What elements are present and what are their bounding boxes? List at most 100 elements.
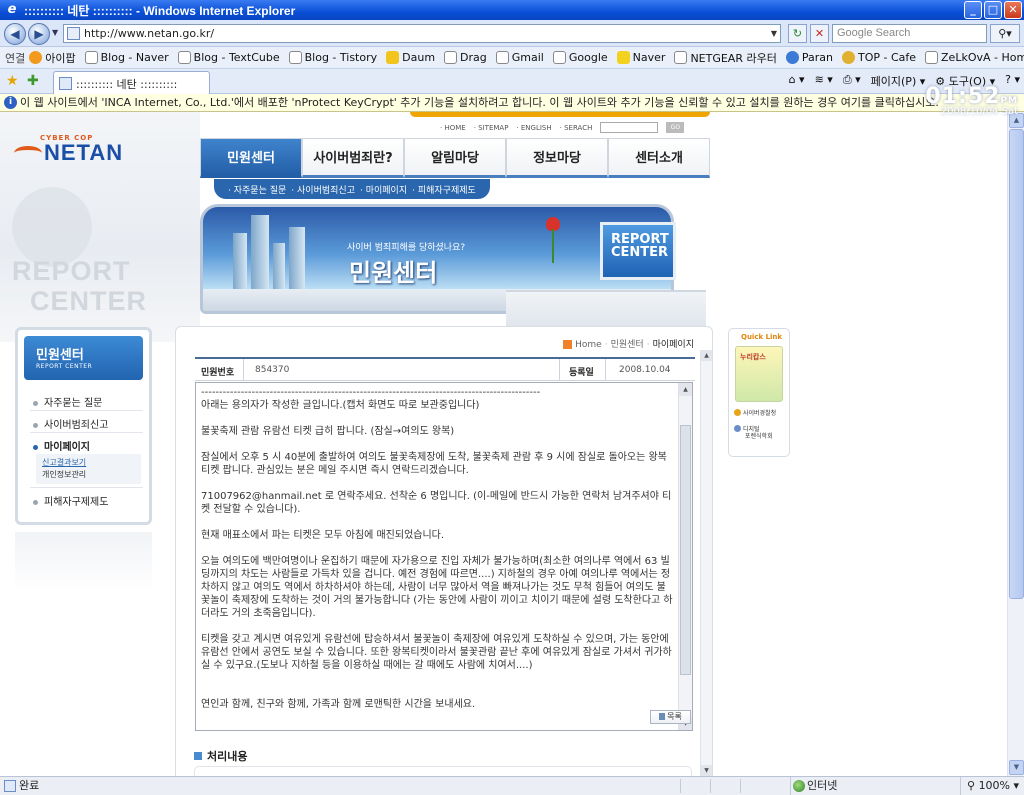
link-item[interactable]: NETGEAR 라우터 [674, 50, 777, 66]
complaint-number: 854370 [255, 365, 290, 375]
content-panel: Home · 민원센터 · 마이페이지 민원번호 854370 등록일 2008.10.… [175, 326, 713, 776]
top-link-home[interactable]: · HOME [440, 124, 466, 132]
quick-link-police[interactable]: 사이버경찰청 [734, 409, 776, 418]
link-item[interactable]: Gmail [495, 51, 544, 64]
breadcrumb-current: 마이페이지 [652, 340, 694, 350]
bullet-icon [33, 422, 38, 428]
link-item[interactable]: TOP - Cafe [841, 51, 916, 64]
main-navigation: 민원센터 사이버범죄란? 알림마당 정보마당 센터소개 [200, 138, 710, 180]
side-item-faq[interactable]: 자주묻는 질문 [33, 394, 102, 409]
link-item[interactable]: Google [552, 51, 608, 64]
nav-about[interactable]: 센터소개 [608, 138, 710, 178]
search-button[interactable]: ⚲▾ [990, 24, 1020, 43]
feeds-icon[interactable]: ≋ ▾ [815, 73, 833, 89]
textarea-scrollbar[interactable]: ▲ ▼ [678, 383, 692, 730]
scroll-up-icon[interactable]: ▲ [679, 383, 692, 396]
divider [243, 359, 244, 381]
list-button[interactable]: 목록 [650, 710, 691, 724]
side-menu-reflection [15, 532, 152, 592]
link-item[interactable]: ZeLkOvA - Home [925, 51, 1024, 64]
minimize-button[interactable]: _ [964, 1, 982, 19]
window-title: :::::::::: 네탄 :::::::::: - Windows Inter… [24, 3, 296, 18]
address-field[interactable]: http://www.netan.go.kr/ ▼ [63, 24, 781, 43]
link-item[interactable]: Daum [386, 51, 435, 64]
subnav-mypage[interactable]: 마이페이지 [360, 183, 407, 196]
favorites-star-icon[interactable]: ★ [6, 73, 19, 89]
complaint-date-label: 등록일 [569, 368, 594, 378]
side-item-relief[interactable]: 피해자구제제도 [33, 493, 108, 508]
side-sub-privacy[interactable]: 개인정보관리 [42, 469, 135, 481]
quick-link-forensic[interactable]: 포렌식학회 [745, 433, 773, 441]
link-icon [444, 51, 458, 64]
maximize-button[interactable]: □ [984, 1, 1002, 19]
add-favorite-icon[interactable]: ✚ [27, 73, 39, 89]
link-item[interactable]: 아이팝 [29, 50, 76, 66]
scroll-thumb[interactable] [680, 425, 691, 675]
side-menu-subtitle: REPORT CENTER [36, 363, 93, 370]
address-dropdown-icon[interactable]: ▼ [771, 25, 777, 42]
side-sub-result[interactable]: 신고결과보기 [42, 457, 135, 469]
building-graphic [251, 215, 269, 293]
site-search-input[interactable] [600, 122, 659, 133]
stop-button[interactable]: ✕ [810, 24, 829, 43]
subnav-victim-relief[interactable]: 피해자구제제도 [412, 183, 476, 196]
nav-cyber-crime[interactable]: 사이버범죄란? [302, 138, 404, 178]
print-icon[interactable]: ⎙ ▾ [843, 73, 861, 89]
link-item[interactable]: Blog - Tistory [288, 51, 377, 64]
history-dropdown-icon[interactable]: ▼ [52, 28, 58, 37]
site-search-go-button[interactable]: GO [666, 122, 685, 133]
nav-complaint-center[interactable]: 민원센터 [200, 138, 302, 178]
forensic-icon [734, 425, 741, 432]
quick-link-title: Quick Link [741, 333, 783, 341]
divider [30, 410, 143, 411]
search-input[interactable]: Google Search [832, 24, 987, 43]
scroll-down-icon[interactable]: ▼ [1009, 760, 1024, 775]
section-title: 처리내용 [194, 748, 247, 764]
link-item[interactable]: Drag [444, 51, 487, 64]
divider [740, 779, 741, 793]
link-item[interactable]: Paran [785, 51, 833, 64]
scroll-down-icon[interactable]: ▼ [701, 765, 712, 776]
top-link-sitemap[interactable]: · SITEMAP [474, 124, 509, 132]
security-zone[interactable]: 인터넷 [790, 777, 837, 795]
link-icon [552, 51, 566, 64]
ie-logo-icon: e [7, 2, 17, 17]
subnav-report[interactable]: 사이버범죄신고 [291, 183, 355, 196]
nuricops-banner[interactable]: 누리캅스 [735, 346, 783, 402]
nav-notice[interactable]: 알림마당 [404, 138, 506, 178]
divider [559, 359, 560, 381]
scroll-up-icon[interactable]: ▲ [701, 350, 712, 361]
back-button[interactable]: ◀ [4, 23, 26, 45]
zoom-level[interactable]: ⚲ 100% ▾ [960, 777, 1019, 795]
side-item-report[interactable]: 사이버범죄신고 [33, 416, 108, 431]
subnav-faq[interactable]: 자주묻는 질문 [228, 183, 287, 196]
address-toolbar: ◀ ▶ ▼ http://www.netan.go.kr/ ▼ ↻ ✕ Goog… [0, 20, 1024, 47]
report-line2: CENTER [611, 245, 669, 260]
tab-netan[interactable]: :::::::::: 네탄 :::::::::: [53, 71, 210, 94]
scroll-thumb[interactable] [1009, 129, 1024, 599]
bullet-icon [33, 444, 38, 450]
side-item-mypage[interactable]: 마이페이지 [33, 438, 90, 453]
nav-info[interactable]: 정보마당 [506, 138, 608, 178]
information-bar[interactable]: i 이 웹 사이트에서 'INCA Internet, Co., Ltd.'에서… [0, 94, 1024, 112]
refresh-button[interactable]: ↻ [788, 24, 807, 43]
close-button[interactable]: ✕ [1004, 1, 1022, 19]
logo-swoosh-icon [14, 146, 42, 160]
clock-ampm: PM [1000, 96, 1018, 106]
link-icon [841, 51, 855, 64]
link-icon [616, 51, 630, 64]
link-item[interactable]: Blog - Naver [84, 51, 169, 64]
breadcrumb-home[interactable]: Home [575, 340, 602, 350]
site-logo[interactable]: CYBER COP NETAN [14, 134, 123, 164]
link-item[interactable]: Naver [616, 51, 665, 64]
home-icon[interactable]: ⌂ ▾ [789, 73, 805, 89]
complaint-number-label: 민원번호 [201, 368, 235, 378]
content-scrollbar[interactable]: ▲ ▼ [700, 350, 712, 776]
browser-scrollbar[interactable]: ▲ ▼ [1007, 112, 1024, 776]
complaint-date: 2008.10.04 [619, 365, 671, 375]
link-item[interactable]: Blog - TextCube [177, 51, 280, 64]
complaint-body-textarea[interactable]: ----------------------------------------… [195, 382, 693, 731]
top-link-english[interactable]: · ENGLISH [516, 124, 551, 132]
breadcrumb-level1[interactable]: 민원센터 [611, 340, 644, 350]
forward-button[interactable]: ▶ [28, 23, 50, 45]
